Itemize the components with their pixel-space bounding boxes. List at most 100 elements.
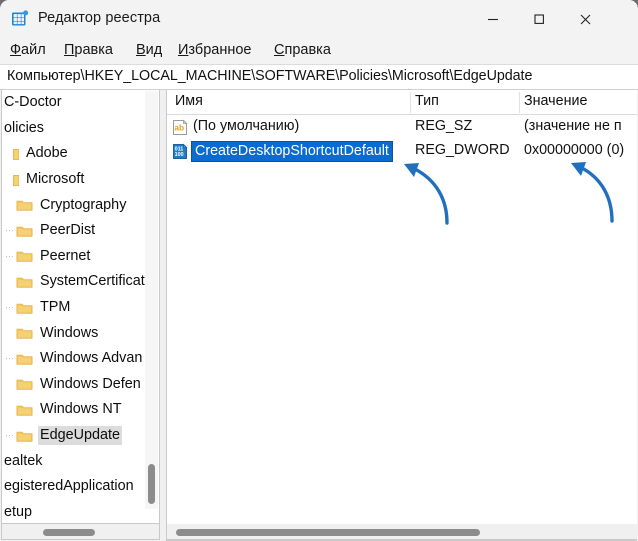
- registry-path: Компьютер\HKEY_LOCAL_MACHINE\SOFTWARE\Po…: [7, 68, 532, 84]
- menu-favorites[interactable]: Избранное: [178, 42, 251, 58]
- string-value-icon: ab: [172, 119, 189, 136]
- menu-file[interactable]: Файл: [10, 42, 46, 58]
- column-header-value[interactable]: Значение: [524, 93, 587, 109]
- tree-item-label: Microsoft: [24, 170, 86, 189]
- tree-item-edgeupdate[interactable]: ⋯ EdgeUpdate: [2, 423, 147, 449]
- value-data: (значение не п: [524, 118, 622, 134]
- menu-edit[interactable]: Правка: [64, 42, 113, 58]
- minimize-icon: [486, 12, 500, 26]
- maximize-icon: [532, 12, 546, 26]
- values-horizontal-scrollbar[interactable]: [166, 524, 637, 540]
- tree-item-label: Windows NT: [38, 400, 124, 419]
- tree-item-label: Windows Defen: [38, 375, 143, 394]
- folder-icon: [16, 429, 33, 443]
- tree-item-label: Windows: [38, 324, 100, 343]
- folder-icon: [16, 198, 33, 212]
- column-header-name[interactable]: Имя: [175, 93, 203, 109]
- table-row[interactable]: 011 100 CreateDesktopShortcutDefault REG…: [167, 140, 637, 164]
- svg-text:ab: ab: [174, 122, 184, 132]
- tree-item-olicies[interactable]: olicies: [2, 116, 147, 142]
- folder-icon: [2, 147, 19, 161]
- value-type: REG_SZ: [415, 118, 472, 134]
- folder-icon: [16, 326, 33, 340]
- tree-item-cryptography[interactable]: Cryptography: [2, 192, 147, 218]
- tree-item-windows-nt[interactable]: Windows NT: [2, 397, 147, 423]
- value-name[interactable]: (По умолчанию): [193, 118, 299, 134]
- folder-icon: [16, 403, 33, 417]
- tree-expander-icon[interactable]: ⋯: [5, 431, 14, 440]
- tree-item-windows-defen[interactable]: Windows Defen: [2, 372, 147, 398]
- tree-item-label: TPM: [38, 298, 72, 317]
- registry-editor-window: Редактор реестра Файл Правка Вид Избранн…: [0, 0, 638, 541]
- tree-item-label: Windows Advan: [38, 349, 144, 368]
- svg-text:100: 100: [175, 152, 184, 158]
- close-icon: [578, 12, 593, 27]
- tree-item-label: EdgeUpdate: [38, 426, 122, 445]
- tree-expander-icon[interactable]: ⋯: [5, 354, 14, 363]
- content-area: C-Doctor olicies Adobe Microsoft Cryptograph…: [0, 90, 638, 541]
- menu-edit-rest: равка: [74, 42, 113, 58]
- maximize-button[interactable]: [516, 0, 562, 38]
- tree-item-label: C-Doctor: [2, 93, 64, 112]
- tree-item-label: Peernet: [38, 247, 92, 266]
- folder-icon: [16, 377, 33, 391]
- tree-item-label: ealtek: [2, 452, 44, 471]
- menu-favorites-rest: збранное: [188, 42, 251, 58]
- menu-view[interactable]: Вид: [136, 42, 162, 58]
- folder-icon: [16, 352, 33, 366]
- menu-view-rest: ид: [146, 42, 163, 58]
- close-button[interactable]: [562, 0, 608, 38]
- tree-vertical-scroll-thumb[interactable]: [148, 464, 155, 504]
- tree-item-label: Adobe: [24, 144, 70, 163]
- tree-expander-icon[interactable]: ⋯: [5, 252, 14, 261]
- registry-grid-icon: [11, 10, 29, 28]
- tree-item-systemcertificat[interactable]: SystemCertificat: [2, 269, 147, 295]
- registry-values-pane[interactable]: Имя Тип Значение ab (По умолчанию) REG_S…: [166, 90, 637, 541]
- folder-icon: [16, 249, 33, 263]
- tree-item-tpm[interactable]: ⋯ TPM: [2, 295, 147, 321]
- folder-icon: [2, 173, 19, 187]
- tree-horizontal-scrollbar[interactable]: [1, 524, 160, 540]
- tree-item-label: Cryptography: [38, 196, 128, 215]
- folder-icon: [16, 301, 33, 315]
- tree-item-egisteredapplication[interactable]: egisteredApplication: [2, 474, 147, 500]
- values-horizontal-scroll-thumb[interactable]: [176, 529, 480, 536]
- tree-item-etup[interactable]: etup: [2, 500, 147, 523]
- minimize-button[interactable]: [470, 0, 516, 38]
- value-data: 0x00000000 (0): [524, 142, 624, 158]
- folder-icon: [16, 224, 33, 238]
- table-row[interactable]: ab (По умолчанию) REG_SZ (значение не п: [167, 116, 637, 140]
- tree-expander-icon[interactable]: ⋯: [5, 226, 14, 235]
- values-column-header[interactable]: Имя Тип Значение: [167, 90, 637, 115]
- registry-tree-list[interactable]: C-Doctor olicies Adobe Microsoft Cryptograph…: [2, 90, 147, 522]
- menu-file-rest: айл: [21, 42, 46, 58]
- dword-value-icon: 011 100: [172, 143, 189, 160]
- tree-item-label: etup: [2, 503, 34, 522]
- tree-item-windows[interactable]: Windows: [2, 320, 147, 346]
- tree-item-ealtek[interactable]: ealtek: [2, 448, 147, 474]
- tree-item-c-doctor[interactable]: C-Doctor: [2, 90, 147, 116]
- tree-vertical-scrollbar[interactable]: [145, 91, 158, 509]
- title-bar[interactable]: Редактор реестра: [0, 0, 638, 38]
- tree-item-windows-advan[interactable]: ⋯ Windows Advan: [2, 346, 147, 372]
- tree-item-label: SystemCertificat: [38, 272, 147, 291]
- menu-bar: Файл Правка Вид Избранное Справка: [0, 38, 638, 64]
- menu-help-rest: правка: [284, 42, 330, 58]
- tree-horizontal-scroll-thumb[interactable]: [43, 529, 95, 536]
- tree-item-peernet[interactable]: ⋯ Peernet: [2, 244, 147, 270]
- tree-expander-icon[interactable]: ⋯: [5, 303, 14, 312]
- tree-item-microsoft[interactable]: Microsoft: [2, 167, 147, 193]
- column-divider-1[interactable]: [410, 92, 411, 113]
- value-type: REG_DWORD: [415, 142, 510, 158]
- folder-icon: [16, 275, 33, 289]
- window-title: Редактор реестра: [38, 10, 160, 26]
- tree-item-peerdist[interactable]: ⋯ PeerDist: [2, 218, 147, 244]
- registry-tree-pane[interactable]: C-Doctor olicies Adobe Microsoft Cryptograph…: [1, 90, 160, 524]
- tree-item-label: PeerDist: [38, 221, 97, 240]
- column-divider-2[interactable]: [519, 92, 520, 113]
- tree-item-adobe[interactable]: Adobe: [2, 141, 147, 167]
- value-name-rename-input[interactable]: CreateDesktopShortcutDefault: [191, 141, 393, 162]
- address-bar[interactable]: Компьютер\HKEY_LOCAL_MACHINE\SOFTWARE\Po…: [0, 64, 638, 90]
- menu-help[interactable]: Справка: [274, 42, 331, 58]
- column-header-type[interactable]: Тип: [415, 93, 439, 109]
